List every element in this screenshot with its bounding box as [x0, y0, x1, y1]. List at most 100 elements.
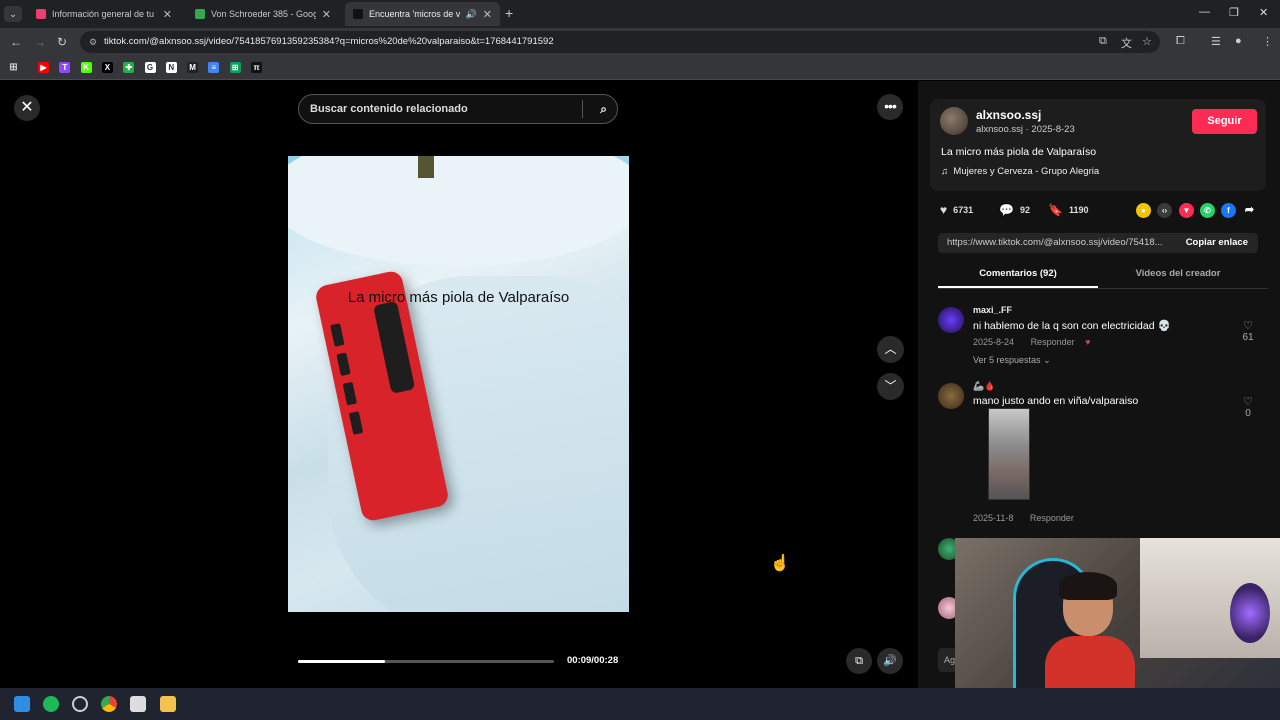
x-bookmark-icon[interactable]: X	[101, 62, 113, 73]
apps-grid-icon[interactable]: ⊞	[8, 62, 19, 73]
comment-text: mano justo ando en viña/valparaiso	[973, 395, 1139, 407]
floating-player-button[interactable]: ⧉	[846, 648, 872, 674]
author-card: alxnsoo.ssj alxnsoo.ssj · 2025-8-23 Segu…	[930, 99, 1266, 191]
translate-icon[interactable]: 文	[1121, 35, 1132, 51]
close-tab-icon[interactable]: ✕	[483, 8, 492, 21]
profile-avatar-icon[interactable]: ●	[1235, 35, 1242, 47]
tab-audio-icon[interactable]: 🔊	[466, 9, 477, 20]
docs-bookmark-icon[interactable]: ≡	[208, 62, 220, 73]
browser-tab-maps[interactable]: Von Schroeder 385 - Google Maps ✕	[187, 2, 339, 26]
browser-tab-trip[interactable]: Información general de tu viaje ✕	[28, 2, 180, 26]
like-count: 6731	[953, 205, 974, 215]
minimize-icon[interactable]: —	[1199, 6, 1210, 18]
twitch-bookmark-icon[interactable]: T	[59, 62, 71, 73]
tab-search-button[interactable]: ⌄	[4, 6, 22, 22]
tab-creator-videos[interactable]: Videos del creador	[1098, 268, 1258, 279]
webcam-person-hair	[1059, 572, 1117, 600]
notion-bookmark-icon[interactable]: N	[165, 62, 177, 73]
search-icon[interactable]: ⌕	[600, 95, 607, 123]
youtube-bookmark-icon[interactable]: ▶	[38, 62, 49, 73]
comment-meta: 2025-8-24 Responder ♥	[973, 337, 1090, 347]
share-arrow-icon[interactable]: ➦	[1242, 203, 1257, 218]
close-video-button[interactable]: ✕	[14, 95, 40, 121]
chrome-icon[interactable]	[101, 696, 117, 712]
coin-share-icon[interactable]: ●	[1136, 203, 1151, 218]
video-caption-overlay: La micro más piola de Valparaíso	[347, 289, 570, 306]
next-video-button[interactable]: ﹀	[877, 373, 904, 400]
bus-window	[336, 352, 351, 377]
forward-icon[interactable]: →	[34, 35, 46, 49]
commenter-avatar[interactable]	[938, 383, 964, 409]
close-window-icon[interactable]: ✕	[1259, 6, 1268, 19]
view-replies-button[interactable]: Ver 5 respuestas ⌄	[973, 355, 1051, 366]
comment-button[interactable]: 💬 92	[999, 203, 1030, 217]
comment-item: 🦾🩸 mano justo ando en viña/valparaiso 20…	[938, 381, 1268, 531]
comment-like-button[interactable]: ♡ 0	[1236, 395, 1260, 419]
sheets-bookmark-icon[interactable]: ⊞	[229, 62, 241, 73]
comment-username[interactable]: 🦾🩸	[973, 381, 995, 392]
repost-icon[interactable]: ▼	[1179, 203, 1194, 218]
save-button[interactable]: 🔖 1190	[1048, 203, 1088, 217]
new-tab-icon[interactable]: +	[505, 5, 513, 21]
video-snow-top	[288, 156, 629, 266]
facebook-icon[interactable]: f	[1221, 203, 1236, 218]
plus-bookmark-icon[interactable]: ✚	[123, 62, 135, 73]
music-link[interactable]: ♫ Mujeres y Cerveza - Grupo Alegria	[941, 166, 1099, 177]
site-info-icon[interactable]: ⚙	[89, 31, 97, 53]
reply-button[interactable]: Responder	[1030, 513, 1074, 523]
kick-bookmark-icon[interactable]: K	[80, 62, 92, 73]
comment-date: 2025-11-8	[973, 513, 1014, 523]
author-username[interactable]: alxnsoo.ssj	[976, 108, 1041, 122]
heart-outline-icon: ♡	[1243, 320, 1253, 332]
comment-like-button[interactable]: ♡ 61	[1236, 319, 1260, 343]
author-avatar[interactable]	[940, 107, 968, 135]
pi-bookmark-icon[interactable]: π	[251, 62, 262, 73]
close-tab-icon[interactable]: ✕	[322, 8, 331, 21]
commenter-avatar[interactable]	[938, 307, 964, 333]
file-explorer-icon[interactable]	[160, 696, 176, 712]
video-description: La micro más piola de Valparaíso	[941, 146, 1097, 158]
back-icon[interactable]: ←	[10, 35, 22, 49]
reload-icon[interactable]: ↻	[57, 35, 67, 49]
previous-video-button[interactable]: ︿	[877, 336, 904, 363]
related-search-input[interactable]: Buscar contenido relacionado ⌕	[298, 94, 618, 124]
comment-item: maxi_.FF ni hablemo de la q son con elec…	[938, 305, 1268, 371]
comment-image[interactable]	[988, 408, 1030, 500]
close-tab-icon[interactable]: ✕	[163, 8, 172, 21]
spotify-icon[interactable]	[43, 696, 59, 712]
comment-count: 92	[1019, 205, 1030, 215]
video-progress-bar[interactable]	[298, 660, 554, 663]
video-link-field[interactable]: https://www.tiktok.com/@alxnsoo.ssj/vide…	[938, 233, 1258, 253]
tab-favicon	[195, 9, 205, 19]
comment-icon: 💬	[999, 203, 1014, 217]
url-input[interactable]: ⚙ tiktok.com/@alxnsoo.ssj/video/75418576…	[80, 31, 1160, 53]
google-bookmark-icon[interactable]: G	[144, 62, 156, 73]
comment-meta: 2025-11-8 Responder	[973, 513, 1074, 523]
tab-strip-icon[interactable]: ☰	[1211, 35, 1221, 48]
restore-icon[interactable]: ❐	[1229, 6, 1239, 19]
comment-username[interactable]: maxi_.FF	[973, 305, 1012, 315]
browser-menu-icon[interactable]: ⋮	[1262, 35, 1273, 48]
bus-window	[330, 323, 345, 347]
comment-date: 2025-8-24	[973, 337, 1015, 347]
m-bookmark-icon[interactable]: M	[187, 62, 199, 73]
extensions-icon[interactable]: ⧠	[1176, 35, 1185, 48]
creator-liked-icon: ♥	[1085, 337, 1091, 347]
tab-comments[interactable]: Comentarios (92)	[938, 268, 1098, 279]
copy-link-button[interactable]: Copiar enlace	[1186, 233, 1248, 253]
embed-icon[interactable]: ‹›	[1157, 203, 1172, 218]
browser-tab-tiktok[interactable]: Encuentra 'micros de valpa... 🔊 ✕	[345, 2, 500, 26]
volume-button[interactable]: 🔊	[877, 648, 903, 674]
windows-start-icon[interactable]	[14, 696, 30, 712]
follow-button[interactable]: Seguir	[1192, 109, 1257, 134]
more-options-button[interactable]: •••	[877, 94, 903, 120]
obs-icon[interactable]	[72, 696, 88, 712]
cast-icon[interactable]: ⧉	[1099, 35, 1107, 48]
capcut-icon[interactable]	[130, 696, 146, 712]
video-player[interactable]: La micro más piola de Valparaíso	[288, 156, 629, 612]
reply-button[interactable]: Responder	[1031, 337, 1075, 347]
whatsapp-icon[interactable]: ✆	[1200, 203, 1215, 218]
address-toolbar: ← → ↻ ⚙ tiktok.com/@alxnsoo.ssj/video/75…	[0, 28, 1280, 56]
like-button[interactable]: ♥ 6731	[940, 203, 973, 217]
bookmark-star-icon[interactable]: ☆	[1142, 35, 1152, 48]
